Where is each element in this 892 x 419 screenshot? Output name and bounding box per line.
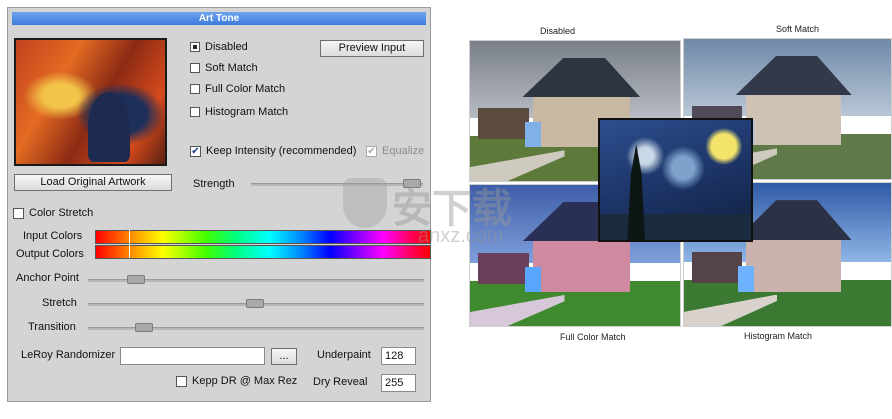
dry-reveal-input[interactable]: 255 [381,374,416,392]
randomizer-input[interactable] [120,347,265,365]
mode-label-disabled: Disabled [205,41,248,53]
kepp-dr-label: Kepp DR @ Max Rez [192,375,298,387]
strength-label: Strength [193,178,235,190]
mode-label-histogram-match: Histogram Match [205,106,289,118]
kepp-dr-option[interactable]: Kepp DR @ Max Rez [176,375,297,387]
photo-blue-door [737,265,755,292]
artwork-figure [88,92,130,162]
mode-option-full-color-match[interactable]: Full Color Match [190,83,285,95]
starry-cypress [627,144,646,240]
caption-histogram-match: Histogram Match [744,331,813,341]
underpaint-label: Underpaint [317,349,371,361]
output-colors-label: Output Colors [16,248,84,260]
output-colors-bar[interactable] [95,245,431,259]
photo-barn [692,251,742,284]
equalize-option: ✔ Equalize [366,145,424,157]
equalize-checkbox: ✔ [366,145,377,157]
mode-option-disabled[interactable]: Disabled [190,41,248,53]
keep-intensity-option[interactable]: ✔ Keep Intensity (recommended) [190,145,356,157]
color-stretch-option[interactable]: Color Stretch [13,207,93,219]
kepp-dr-checkbox[interactable] [176,375,187,387]
dry-reveal-label: Dry Reveal [313,376,368,388]
watermark-subtext: anxz.com [418,225,504,247]
caption-full-color-match: Full Color Match [560,332,626,342]
randomizer-browse-button[interactable]: ... [271,348,297,365]
input-colors-bar[interactable] [95,230,431,244]
transition-slider-thumb[interactable] [135,323,153,332]
caption-soft-match: Soft Match [776,24,820,34]
keep-intensity-checkbox[interactable]: ✔ [190,145,201,157]
randomizer-label: LeRoy Randomizer [21,349,116,361]
input-colors-label: Input Colors [23,230,83,242]
radio-soft-match[interactable] [190,63,200,73]
preview-input-button[interactable]: Preview Input [320,40,424,57]
spectrum-marker[interactable] [129,230,130,258]
photo-barn [478,108,529,139]
anchor-point-label: Anchor Point [16,272,79,284]
mode-label-soft-match: Soft Match [205,62,258,74]
equalize-label: Equalize [382,145,425,157]
photo-blue-door [524,266,542,293]
color-stretch-label: Color Stretch [29,207,94,219]
photo-blue-door [524,122,542,148]
mode-option-histogram-match[interactable]: Histogram Match [190,106,288,118]
watermark-shield-icon [343,178,387,228]
underpaint-input[interactable]: 128 [381,347,416,365]
starry-town [600,213,751,240]
caption-disabled: Disabled [540,26,576,36]
stretch-label: Stretch [42,297,77,309]
anchor-point-slider-thumb[interactable] [127,275,145,284]
radio-full-color-match[interactable] [190,84,200,94]
radio-disabled[interactable] [190,42,200,52]
panel-title: Art Tone [12,12,426,25]
stretch-slider-thumb[interactable] [246,299,264,308]
radio-histogram-match[interactable] [190,107,200,117]
load-original-artwork-button[interactable]: Load Original Artwork [14,174,172,191]
transition-label: Transition [28,321,76,333]
mode-label-full-color-match: Full Color Match [205,83,286,95]
starry-night-artwork [598,118,753,242]
artwork-thumbnail [14,38,167,166]
photo-barn [478,252,529,284]
color-stretch-checkbox[interactable] [13,207,24,219]
keep-intensity-label: Keep Intensity (recommended) [206,145,357,157]
mode-option-soft-match[interactable]: Soft Match [190,62,258,74]
